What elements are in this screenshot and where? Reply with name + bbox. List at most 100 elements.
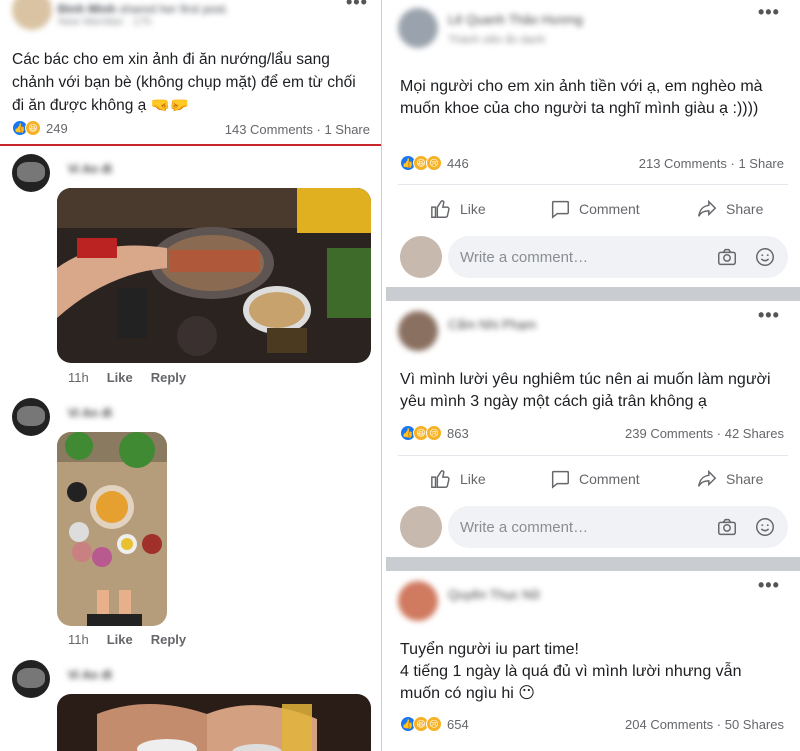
sad-icon: 😢 (426, 155, 442, 171)
feed-post: Cẩm Nhi Phạm ••• Vì mình lười yêu nghiêm… (386, 301, 800, 557)
share-label: Share (726, 471, 764, 487)
share-label: Share (726, 201, 764, 217)
comment-actions: 11h Like Reply (68, 370, 186, 385)
comment-item: Vi An đi (0, 398, 381, 660)
comment-like-button[interactable]: Like (107, 370, 133, 385)
commenter-name[interactable]: Vi An đi (68, 668, 112, 682)
comment-actions: 11h Like Reply (68, 632, 186, 647)
share-button[interactable]: Share (696, 198, 763, 220)
comment-reply-button[interactable]: Reply (151, 370, 186, 385)
comment-label: Comment (579, 471, 640, 487)
comments-count[interactable]: 143 Comments (225, 122, 313, 137)
divider (398, 184, 788, 185)
post-author-avatar[interactable] (398, 8, 438, 48)
haha-icon: 😆 (25, 120, 41, 136)
comment-photo-bbq[interactable] (57, 188, 371, 363)
comments-count[interactable]: 239 Comments (625, 426, 713, 441)
reactions-summary[interactable]: 👍 😆 😢 446 (400, 155, 469, 171)
comment-time[interactable]: 11h (68, 632, 89, 647)
screenshot-root: Đinh Minh shared her first post. New Mem… (0, 0, 800, 751)
comment-photo-hotpot[interactable] (57, 432, 167, 626)
shares-count[interactable]: 42 Shares (725, 426, 784, 441)
shares-count[interactable]: 50 Shares (725, 717, 784, 732)
post-separator (386, 557, 800, 571)
post-author[interactable]: Lê Quanh Thảo Hương (448, 12, 583, 27)
more-icon[interactable]: ••• (758, 2, 780, 23)
comment-photo-dinner[interactable] (57, 694, 371, 751)
more-icon[interactable]: ••• (758, 575, 780, 596)
post-author-avatar[interactable] (398, 311, 438, 351)
emoji-icon[interactable] (754, 516, 776, 538)
hotpot-photo-svg (57, 432, 167, 626)
group-post: Đinh Minh shared her first post. New Mem… (0, 0, 381, 146)
post-engagement: 204 Comments · 50 Shares (625, 717, 784, 732)
feed-post: Lê Quanh Thảo Hương Thành viên ẩn danh •… (386, 0, 800, 286)
dinner-photo-svg (57, 694, 371, 751)
reaction-count: 249 (46, 120, 68, 136)
comment-placeholder: Write a comment… (460, 518, 589, 536)
post-text: Các bác cho em xin ảnh đi ăn nướng/lẩu s… (12, 51, 356, 114)
more-icon[interactable]: ••• (346, 0, 368, 13)
post-author-suffix: shared her first post. (119, 2, 229, 16)
shares-count[interactable]: 1 Share (324, 122, 370, 137)
reactions-summary[interactable]: 👍 😆 249 (12, 120, 68, 136)
left-panel: Đinh Minh shared her first post. New Mem… (0, 0, 382, 751)
post-meta: Thành viên ẩn danh (448, 34, 546, 46)
reaction-count: 446 (447, 155, 469, 171)
commenter-avatar[interactable] (12, 660, 50, 698)
post-time[interactable]: 17h (133, 16, 151, 28)
post-author[interactable]: Cẩm Nhi Phạm (448, 317, 536, 332)
post-author-name[interactable]: Đinh Minh shared her first post. (58, 2, 229, 16)
camera-icon[interactable] (716, 246, 738, 268)
comment-input[interactable]: Write a comment… (448, 236, 788, 278)
comment-like-button[interactable]: Like (107, 632, 133, 647)
divider (398, 455, 788, 456)
sad-icon: 😢 (426, 425, 442, 441)
comments-count[interactable]: 204 Comments (625, 717, 713, 732)
comment-reply-button[interactable]: Reply (151, 632, 186, 647)
post-engagement: 143 Comments · 1 Share (224, 122, 370, 137)
camera-icon[interactable] (716, 516, 738, 538)
shares-count[interactable]: 1 Share (738, 156, 784, 171)
post-text: Vì mình lười yêu nghiêm túc nên ai muốn … (400, 371, 771, 410)
share-button[interactable]: Share (696, 468, 763, 490)
comment-icon (551, 470, 569, 489)
comment-placeholder: Write a comment… (460, 248, 589, 266)
post-engagement: 239 Comments · 42 Shares (625, 426, 784, 441)
bbq-photo-svg (57, 188, 371, 363)
reactions-summary[interactable]: 👍 😆 😢 654 (400, 716, 469, 732)
comment-input[interactable]: Write a comment… (448, 506, 788, 548)
post-author-avatar[interactable] (398, 581, 438, 621)
share-icon (698, 199, 717, 217)
like-button[interactable]: Like (430, 468, 486, 490)
post-author[interactable]: Đinh Minh (58, 2, 116, 16)
reaction-count: 654 (447, 716, 469, 732)
like-button[interactable]: Like (430, 198, 486, 220)
post-author-avatar[interactable] (12, 0, 52, 30)
more-icon[interactable]: ••• (758, 305, 780, 326)
feed-post: Quyên Thục Nữ ••• Tuyển người iu part ti… (386, 571, 800, 751)
emoji-icon[interactable] (754, 246, 776, 268)
commenter-name[interactable]: Vi An đi (68, 406, 112, 420)
post-text: Tuyển người iu part time! 4 tiếng 1 ngày… (400, 641, 742, 702)
comment-time[interactable]: 11h (68, 370, 89, 385)
share-icon (698, 469, 717, 487)
comment-item: Vi An đi (0, 148, 381, 398)
commenter-avatar[interactable] (12, 398, 50, 436)
post-text: Mọi người cho em xin ảnh tiền với ạ, em … (400, 78, 763, 117)
commenter-name[interactable]: Vi An đi (68, 162, 112, 176)
my-avatar[interactable] (400, 506, 442, 548)
comment-item: Vi An đi (0, 660, 381, 751)
comment-label: Comment (579, 201, 640, 217)
post-engagement: 213 Comments · 1 Share (638, 156, 784, 171)
my-avatar[interactable] (400, 236, 442, 278)
comment-button[interactable]: Comment (549, 198, 640, 220)
comments-count[interactable]: 213 Comments (639, 156, 727, 171)
reactions-summary[interactable]: 👍 😆 😢 863 (400, 425, 469, 441)
post-separator (386, 287, 800, 301)
commenter-avatar[interactable] (12, 154, 50, 192)
comment-button[interactable]: Comment (549, 468, 640, 490)
reaction-count: 863 (447, 425, 469, 441)
post-author[interactable]: Quyên Thục Nữ (448, 587, 540, 602)
member-badge: New Member (58, 16, 124, 28)
